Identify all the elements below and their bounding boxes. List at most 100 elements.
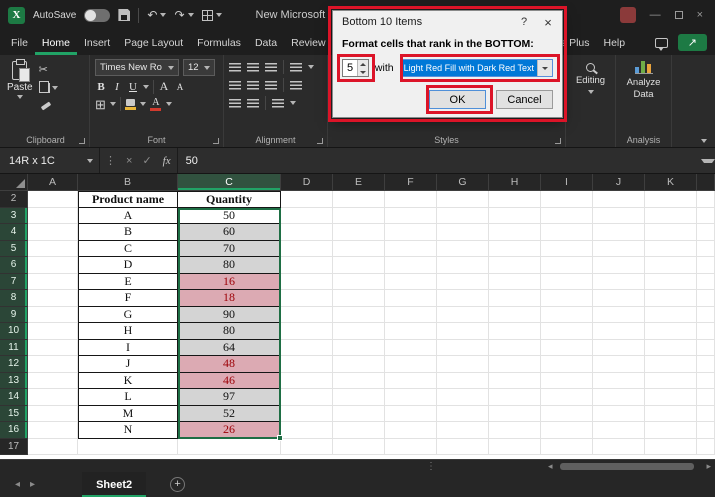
cell-I14[interactable] <box>541 389 593 406</box>
scroll-right-icon[interactable]: ▸ <box>706 461 711 472</box>
scrollbar-thumb[interactable] <box>560 463 694 470</box>
copy-button[interactable] <box>39 80 58 95</box>
cell-E11[interactable] <box>333 340 385 357</box>
cell-K5[interactable] <box>645 241 697 258</box>
cell-G15[interactable] <box>437 406 489 423</box>
cell-K6[interactable] <box>645 257 697 274</box>
cell-B2[interactable]: Product name <box>78 191 178 208</box>
tab-file[interactable]: File <box>4 30 35 55</box>
horizontal-scrollbar[interactable]: ⋮ ◂ ▸ <box>0 459 715 472</box>
cell-H5[interactable] <box>489 241 541 258</box>
cell-C13[interactable]: 46 <box>178 373 281 390</box>
cell-B15[interactable]: M <box>78 406 178 423</box>
cell-G9[interactable] <box>437 307 489 324</box>
analyze-data-icon[interactable] <box>635 60 653 74</box>
cell-K8[interactable] <box>645 290 697 307</box>
cell-B9[interactable]: G <box>78 307 178 324</box>
cell-A6[interactable] <box>28 257 78 274</box>
increase-indent-icon[interactable] <box>247 99 259 108</box>
cell-F17[interactable] <box>385 439 437 456</box>
cell-D7[interactable] <box>281 274 333 291</box>
cell-F11[interactable] <box>385 340 437 357</box>
format-dropdown-arrow-icon[interactable] <box>537 60 552 76</box>
cell-H14[interactable] <box>489 389 541 406</box>
font-dialog-launcher-icon[interactable] <box>213 138 219 144</box>
cell-E9[interactable] <box>333 307 385 324</box>
cell-D4[interactable] <box>281 224 333 241</box>
column-header-G[interactable]: G <box>437 174 489 191</box>
cell-D13[interactable] <box>281 373 333 390</box>
cell-G5[interactable] <box>437 241 489 258</box>
cell-C14[interactable]: 97 <box>178 389 281 406</box>
redo-button[interactable]: ↷ <box>174 9 193 21</box>
collapse-ribbon-icon[interactable] <box>701 139 707 143</box>
cell-H10[interactable] <box>489 323 541 340</box>
cell-B17[interactable] <box>78 439 178 456</box>
editing-group[interactable]: Editing <box>566 55 616 147</box>
align-top-icon[interactable] <box>229 63 241 72</box>
cell-B10[interactable]: H <box>78 323 178 340</box>
column-header-E[interactable]: E <box>333 174 385 191</box>
row-header-7[interactable]: 7 <box>0 274 28 291</box>
cell-K3[interactable] <box>645 208 697 225</box>
cell-A13[interactable] <box>28 373 78 390</box>
cell-F7[interactable] <box>385 274 437 291</box>
tab-formulas[interactable]: Formulas <box>190 30 248 55</box>
cell-I5[interactable] <box>541 241 593 258</box>
fill-color-button[interactable] <box>125 99 136 110</box>
cell-D2[interactable] <box>281 191 333 208</box>
cell-E12[interactable] <box>333 356 385 373</box>
align-middle-icon[interactable] <box>247 63 259 72</box>
cell-F12[interactable] <box>385 356 437 373</box>
cell-H2[interactable] <box>489 191 541 208</box>
cell-E13[interactable] <box>333 373 385 390</box>
spinner-up-button[interactable] <box>358 60 368 68</box>
cell-I3[interactable] <box>541 208 593 225</box>
cut-button[interactable]: ✂ <box>39 62 58 77</box>
cell-K16[interactable] <box>645 422 697 439</box>
cell-J12[interactable] <box>593 356 645 373</box>
cell-E17[interactable] <box>333 439 385 456</box>
account-avatar[interactable] <box>620 7 636 23</box>
rank-value[interactable]: 5 <box>343 60 357 76</box>
align-right-icon[interactable] <box>265 81 277 90</box>
cell-D8[interactable] <box>281 290 333 307</box>
cell-C5[interactable]: 70 <box>178 241 281 258</box>
cell-A11[interactable] <box>28 340 78 357</box>
cell-E3[interactable] <box>333 208 385 225</box>
row-header-4[interactable]: 4 <box>0 224 28 241</box>
column-header-C[interactable]: C <box>178 174 281 191</box>
column-header-K[interactable]: K <box>645 174 697 191</box>
cancel-entry-icon[interactable]: × <box>121 155 137 167</box>
cell-H16[interactable] <box>489 422 541 439</box>
row-header-6[interactable]: 6 <box>0 257 28 274</box>
cell-F15[interactable] <box>385 406 437 423</box>
align-bottom-icon[interactable] <box>265 63 277 72</box>
cell-A14[interactable] <box>28 389 78 406</box>
cell-K12[interactable] <box>645 356 697 373</box>
cell-J8[interactable] <box>593 290 645 307</box>
cell-K14[interactable] <box>645 389 697 406</box>
rank-spinner[interactable]: 5 <box>342 59 369 77</box>
cell-I13[interactable] <box>541 373 593 390</box>
name-box[interactable]: 14R x 1C <box>0 148 100 173</box>
column-header-H[interactable]: H <box>489 174 541 191</box>
analyze-data-label[interactable]: Analyze Data <box>621 77 667 101</box>
row-header-13[interactable]: 13 <box>0 373 28 390</box>
italic-button[interactable]: I <box>111 79 123 94</box>
tab-insert[interactable]: Insert <box>77 30 117 55</box>
tab-home[interactable]: Home <box>35 30 77 55</box>
cell-I10[interactable] <box>541 323 593 340</box>
cell-C2[interactable]: Quantity <box>178 191 281 208</box>
cell-A12[interactable] <box>28 356 78 373</box>
cell-K13[interactable] <box>645 373 697 390</box>
cell-I16[interactable] <box>541 422 593 439</box>
cell-C17[interactable] <box>178 439 281 456</box>
cell-A2[interactable] <box>28 191 78 208</box>
bold-button[interactable]: B <box>95 79 107 94</box>
font-name-combo[interactable]: Times New Ro <box>95 59 179 76</box>
cell-I9[interactable] <box>541 307 593 324</box>
cell-H6[interactable] <box>489 257 541 274</box>
column-header-A[interactable]: A <box>28 174 78 191</box>
cell-K2[interactable] <box>645 191 697 208</box>
